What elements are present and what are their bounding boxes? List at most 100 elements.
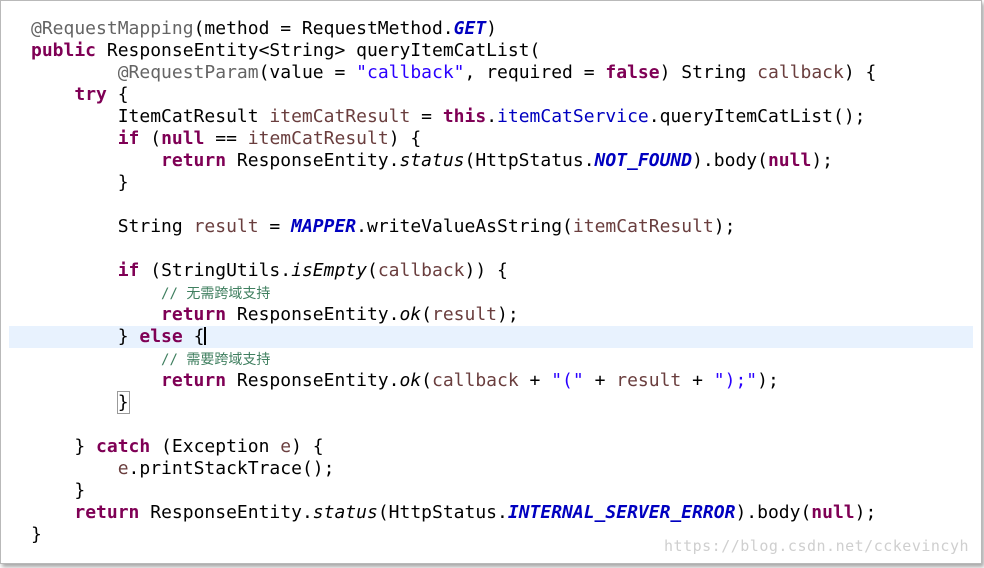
- code-token: }: [31, 326, 140, 347]
- code-token: return: [161, 304, 227, 325]
- code-token: ok: [399, 304, 422, 325]
- code-token: (: [421, 304, 432, 325]
- code-token: .writeValueAsString(: [356, 216, 573, 237]
- code-token: (Exception: [150, 436, 281, 457]
- code-line[interactable]: } catch (Exception e) {: [9, 436, 973, 458]
- code-line[interactable]: return ResponseEntity.status(HttpStatus.…: [9, 150, 973, 172]
- code-token: this: [442, 106, 487, 127]
- code-token: );: [757, 370, 779, 391]
- code-token: )): [464, 260, 487, 281]
- code-token: itemCatResult: [572, 216, 714, 237]
- code-line[interactable]: [9, 414, 973, 436]
- code-token: e: [280, 436, 292, 457]
- code-token: "callback": [356, 62, 465, 83]
- code-token: }: [116, 391, 130, 414]
- code-token: );: [497, 304, 519, 325]
- code-token: ==: [204, 128, 248, 149]
- code-token: =: [410, 106, 443, 127]
- code-token: if: [117, 260, 140, 281]
- code-token: }: [31, 172, 129, 193]
- code-token: return: [161, 370, 227, 391]
- code-line[interactable]: [9, 238, 973, 260]
- code-line[interactable]: [9, 194, 973, 216]
- screenshot-frame: @RequestMapping(method = RequestMethod.G…: [0, 0, 982, 564]
- code-token: {: [486, 260, 508, 281]
- code-line[interactable]: } else {: [9, 326, 973, 348]
- code-token: NOT_FOUND: [594, 150, 693, 171]
- code-token: ) {: [291, 436, 324, 457]
- code-token: +: [681, 370, 714, 391]
- code-line[interactable]: if (StringUtils.isEmpty(callback)) {: [9, 260, 973, 282]
- code-line[interactable]: @RequestMapping(method = RequestMethod.G…: [9, 18, 973, 40]
- code-line[interactable]: try {: [9, 84, 973, 106]
- code-token: (method = RequestMethod.: [193, 18, 454, 39]
- code-token: (: [421, 370, 432, 391]
- code-token: itemCatService: [497, 106, 649, 127]
- code-token: ");": [713, 370, 758, 391]
- code-token: if: [117, 128, 140, 149]
- code-token: );: [713, 216, 736, 237]
- code-token: (value =: [258, 62, 357, 83]
- watermark: https://blog.csdn.net/cckevincyh: [664, 537, 969, 555]
- code-line[interactable]: e.printStackTrace();: [9, 458, 973, 480]
- code-token: {: [182, 326, 205, 347]
- code-token: (HttpStatus.: [377, 502, 508, 523]
- code-comment: // 无需跨域支持: [161, 286, 271, 302]
- code-line[interactable]: @RequestParam(value = "callback", requir…: [9, 62, 973, 84]
- code-token: ItemCatResult: [31, 106, 270, 127]
- code-token: try: [74, 84, 107, 105]
- code-token: "(": [551, 370, 584, 391]
- code-line[interactable]: // 无需跨域支持: [9, 282, 973, 304]
- code-line[interactable]: }: [9, 480, 973, 502]
- code-token: result: [616, 370, 682, 391]
- code-token: +: [583, 370, 617, 391]
- code-editor[interactable]: @RequestMapping(method = RequestMethod.G…: [9, 7, 973, 553]
- code-token: ResponseEntity.: [226, 370, 400, 391]
- code-token: , required =: [464, 62, 606, 83]
- code-token: status: [399, 150, 465, 171]
- code-line[interactable]: public ResponseEntity<String> queryItemC…: [9, 40, 973, 62]
- code-token: null: [161, 128, 205, 149]
- code-line[interactable]: // 需要跨域支持: [9, 348, 973, 370]
- code-token: ): [486, 18, 498, 39]
- code-token: ok: [399, 370, 422, 391]
- code-line[interactable]: return ResponseEntity.status(HttpStatus.…: [9, 502, 973, 524]
- code-token: );: [854, 502, 877, 523]
- code-token: result: [432, 304, 498, 325]
- code-token: result: [193, 216, 259, 237]
- code-line[interactable]: return ResponseEntity.ok(result);: [9, 304, 973, 326]
- code-token: (HttpStatus.: [464, 150, 595, 171]
- code-token: MAPPER: [291, 216, 357, 237]
- code-token: ) String: [659, 62, 758, 83]
- code-token: .queryItemCatList();: [648, 106, 866, 127]
- code-token: status: [312, 502, 378, 523]
- code-token: ) {: [843, 62, 877, 83]
- code-line[interactable]: return ResponseEntity.ok(callback + "(" …: [9, 370, 973, 392]
- code-token: isEmpty: [291, 260, 367, 281]
- code-token: e: [117, 458, 129, 479]
- code-token: +: [518, 370, 552, 391]
- code-token: null: [811, 502, 855, 523]
- code-token: else: [139, 326, 183, 347]
- code-token: public: [31, 40, 97, 61]
- code-line[interactable]: ItemCatResult itemCatResult = this.itemC…: [9, 106, 973, 128]
- code-line[interactable]: }: [9, 391, 973, 414]
- code-token: .: [486, 106, 498, 127]
- code-token: }: [31, 436, 97, 457]
- code-token: catch: [96, 436, 151, 457]
- code-token: {: [106, 84, 129, 105]
- code-line[interactable]: String result = MAPPER.writeValueAsStrin…: [9, 216, 973, 238]
- code-token: ).body(: [692, 150, 768, 171]
- code-line[interactable]: if (null == itemCatResult) {: [9, 128, 973, 150]
- code-line[interactable]: }: [9, 172, 973, 194]
